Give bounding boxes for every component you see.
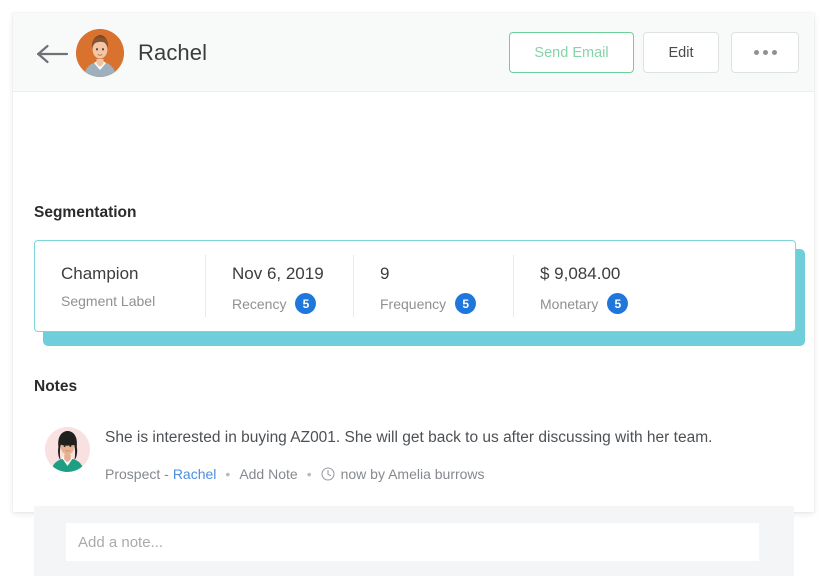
add-note-link[interactable]: Add Note: [239, 466, 297, 482]
send-email-button[interactable]: Send Email: [509, 32, 634, 73]
note-meta: Prospect - Rachel • Add Note • now by Am…: [105, 466, 485, 482]
segment-label-row: Segment Label: [61, 293, 205, 309]
segmentation-cell-segment-label: Champion Segment Label: [35, 255, 205, 317]
frequency-score-badge: 5: [455, 293, 477, 314]
monetary-score-badge: 5: [607, 293, 629, 314]
note-source-label: Prospect -: [105, 466, 169, 482]
contact-detail-page: Rachel Send Email Edit Segmentation Cham…: [13, 13, 814, 576]
note-body-text: She is interested in buying AZ001. She w…: [105, 429, 713, 446]
frequency-label: Frequency: [380, 295, 447, 312]
page-title: Rachel: [138, 40, 208, 65]
back-arrow-icon[interactable]: [36, 43, 70, 65]
add-note-input[interactable]: [66, 523, 759, 561]
meta-separator: •: [225, 466, 231, 482]
segmentation-card-wrapper: Champion Segment Label Nov 6, 2019 Recen…: [34, 240, 805, 346]
segmentation-card: Champion Segment Label Nov 6, 2019 Recen…: [34, 240, 796, 332]
segmentation-cell-monetary: $ 9,084.00 Monetary 5: [513, 255, 713, 317]
edit-button[interactable]: Edit: [643, 32, 719, 73]
segmentation-heading: Segmentation: [34, 204, 137, 221]
recency-value: Nov 6, 2019: [232, 264, 324, 283]
note-timestamp: now by Amelia burrows: [340, 466, 485, 482]
note-contact-link[interactable]: Rachel: [173, 466, 217, 482]
more-horizontal-icon: [753, 50, 777, 55]
notes-heading: Notes: [34, 378, 78, 395]
recency-label-row: Recency 5: [232, 293, 353, 314]
monetary-value: $ 9,084.00: [540, 264, 621, 283]
page-header: Rachel Send Email Edit: [13, 13, 814, 92]
recency-score-badge: 5: [295, 293, 317, 314]
segment-label: Segment Label: [61, 293, 156, 309]
frequency-value: 9: [380, 264, 390, 283]
avatar: [76, 29, 124, 77]
avatar: [45, 427, 90, 472]
monetary-label: Monetary: [540, 295, 599, 312]
more-options-button[interactable]: [731, 32, 799, 73]
clock-icon: [321, 467, 335, 481]
note-composer: [34, 506, 794, 576]
segmentation-cell-frequency: 9 Frequency 5: [353, 255, 513, 317]
segment-value: Champion: [61, 264, 139, 283]
frequency-label-row: Frequency 5: [380, 293, 513, 314]
monetary-label-row: Monetary 5: [540, 293, 713, 314]
segmentation-cell-recency: Nov 6, 2019 Recency 5: [205, 255, 353, 317]
meta-separator: •: [306, 466, 312, 482]
recency-label: Recency: [232, 295, 287, 312]
